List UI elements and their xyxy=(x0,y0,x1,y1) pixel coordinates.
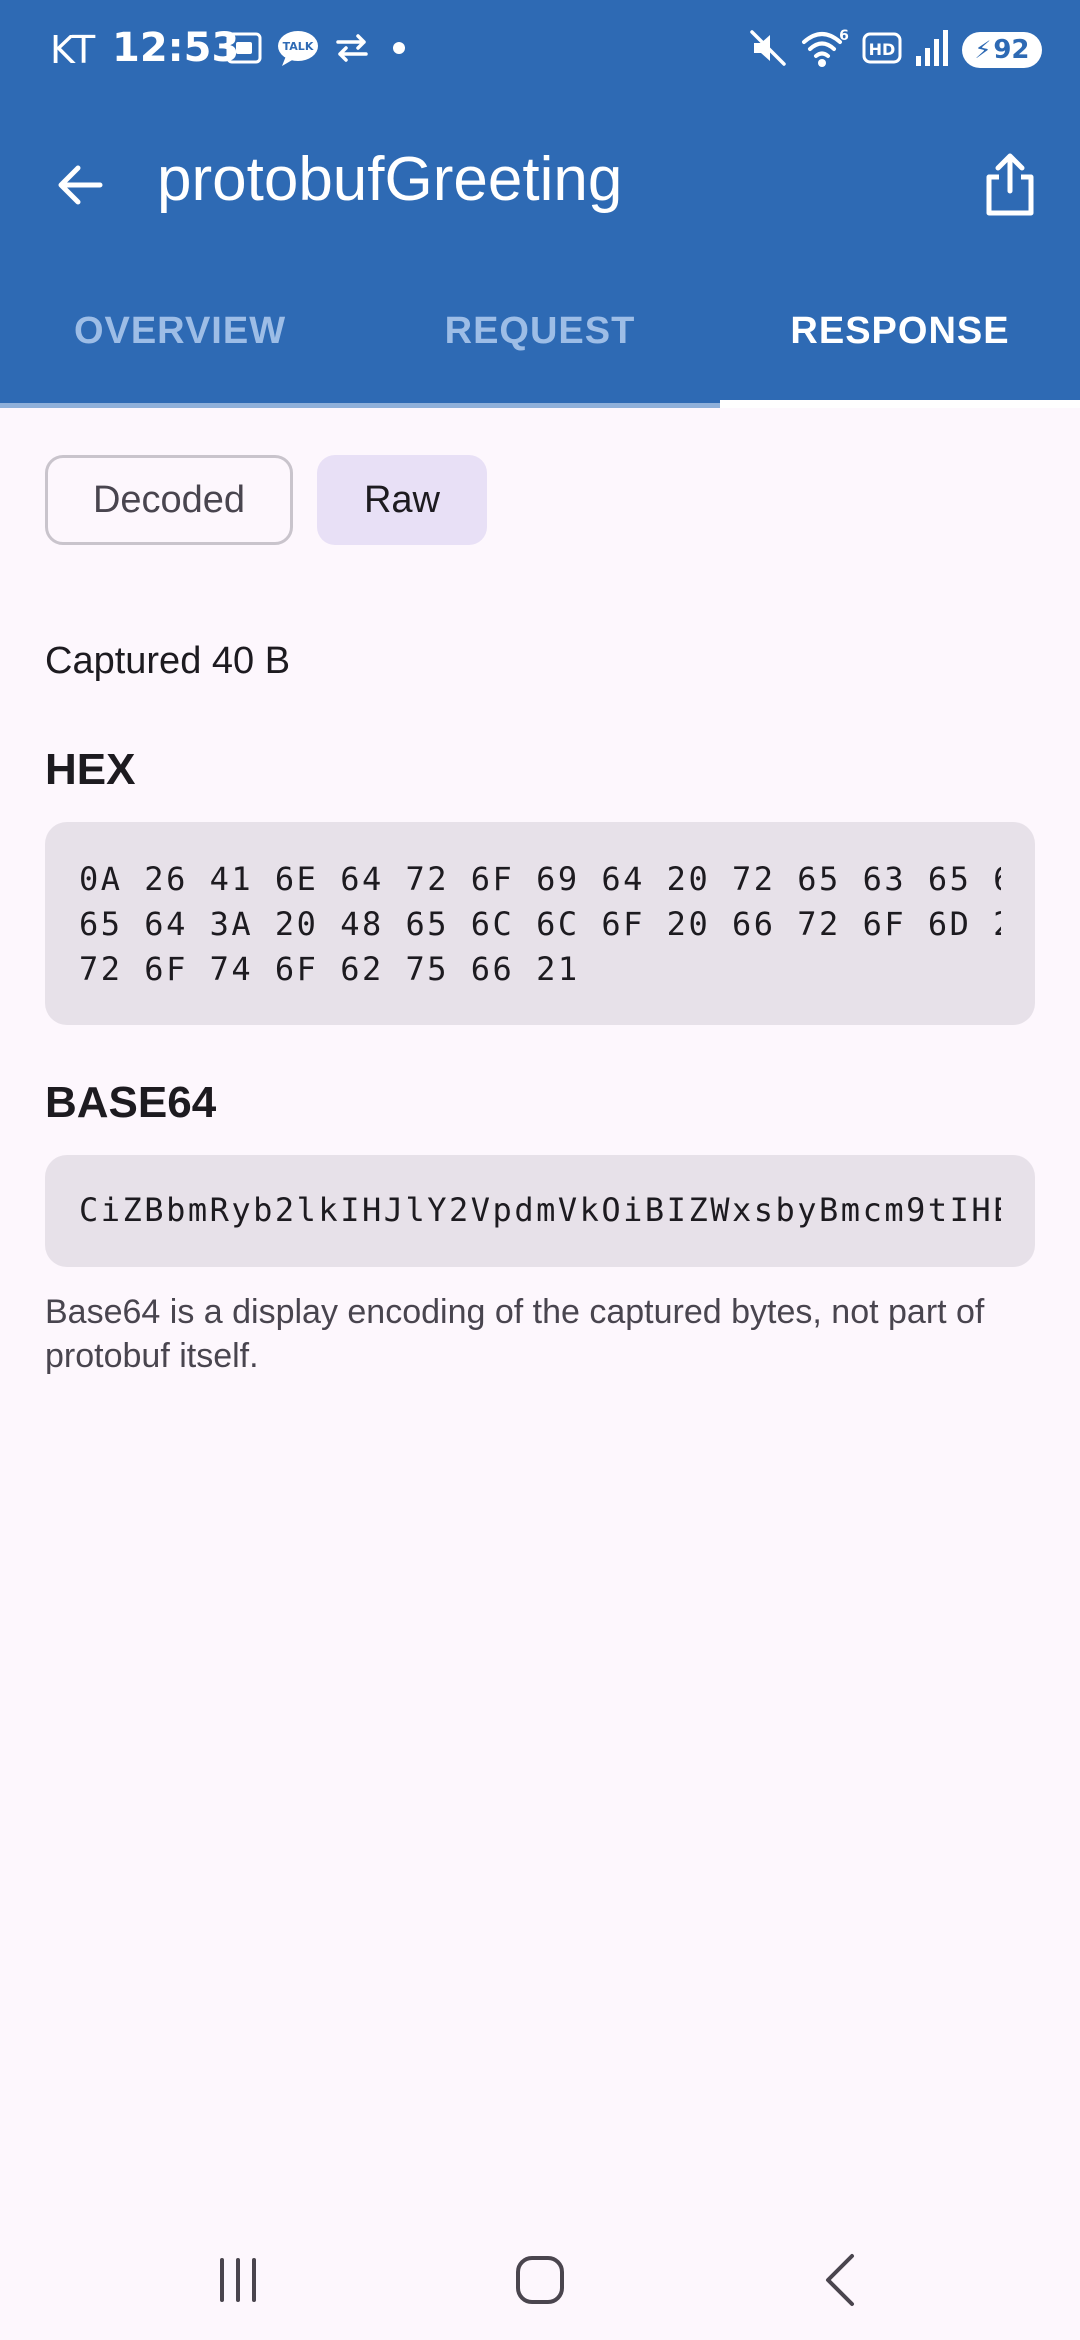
decoded-button[interactable]: Decoded xyxy=(45,455,293,545)
dot-icon xyxy=(384,28,414,73)
home-button[interactable] xyxy=(495,2235,585,2325)
back-icon xyxy=(826,2254,854,2306)
wifi-icon: 6 xyxy=(800,26,850,75)
arrow-back-icon xyxy=(58,165,103,205)
screenshot-icon xyxy=(224,28,264,73)
hex-box[interactable]: 0A 26 41 6E 64 72 6F 69 64 20 72 65 63 6… xyxy=(45,822,1035,1025)
hex-line: 72 6F 74 6F 62 75 66 21 xyxy=(79,950,580,988)
tab-overview[interactable]: OVERVIEW xyxy=(0,270,360,408)
clock: 12:53 xyxy=(112,25,240,71)
base64-box[interactable]: CiZBbmRyb2lkIHJlY2VpdmVkOiBIZWxsbyBmcm9t… xyxy=(45,1155,1035,1267)
raw-button[interactable]: Raw xyxy=(317,455,487,545)
captured-size-label: Captured 40 B xyxy=(45,640,291,682)
screen: KT 12:53 TALK 6 HD ⚡ 92 protobufGreeting… xyxy=(0,0,1080,2340)
talk-icon: TALK xyxy=(276,28,320,73)
base64-value: CiZBbmRyb2lkIHJlY2VpdmVkOiBIZWxsbyBmcm9t… xyxy=(79,1191,1001,1229)
hex-title: HEX xyxy=(45,745,136,794)
back-button[interactable] xyxy=(40,145,120,225)
tab-indicator xyxy=(720,400,1080,408)
tab-response[interactable]: RESPONSE xyxy=(720,270,1080,408)
battery-icon: ⚡ 92 xyxy=(962,32,1042,68)
page-title: protobufGreeting xyxy=(157,145,623,214)
home-icon xyxy=(516,2256,564,2304)
share-button[interactable] xyxy=(970,144,1050,224)
recent-apps-button[interactable] xyxy=(193,2235,283,2325)
tab-request[interactable]: REQUEST xyxy=(360,270,720,408)
svg-text:HD: HD xyxy=(869,40,896,59)
recent-apps-icon xyxy=(220,2258,256,2302)
svg-text:6: 6 xyxy=(839,28,849,44)
navigation-bar xyxy=(0,2200,1080,2340)
nav-back-button[interactable] xyxy=(797,2235,887,2325)
carrier-label: KT xyxy=(50,28,96,72)
share-icon xyxy=(986,153,1034,216)
hd-icon: HD xyxy=(862,30,902,71)
base64-note: Base64 is a display encoding of the capt… xyxy=(45,1293,985,1375)
data-transfer-icon xyxy=(332,28,372,73)
svg-text:TALK: TALK xyxy=(283,40,314,53)
signal-icon xyxy=(914,28,950,73)
tab-bar: OVERVIEW REQUEST RESPONSE xyxy=(0,270,1080,408)
base64-title: BASE64 xyxy=(45,1078,217,1127)
hex-line: 0A 26 41 6E 64 72 6F 69 64 20 72 65 63 6… xyxy=(79,860,1001,898)
hex-line: 65 64 3A 20 48 65 6C 6C 6F 20 66 72 6F 6… xyxy=(79,905,1001,943)
battery-level: 92 xyxy=(993,35,1030,65)
mute-icon xyxy=(748,28,788,73)
view-toggle: Decoded Raw xyxy=(45,455,487,545)
top-app-bar: protobufGreeting xyxy=(0,100,1080,270)
status-bar: KT 12:53 TALK 6 HD ⚡ 92 xyxy=(0,0,1080,100)
